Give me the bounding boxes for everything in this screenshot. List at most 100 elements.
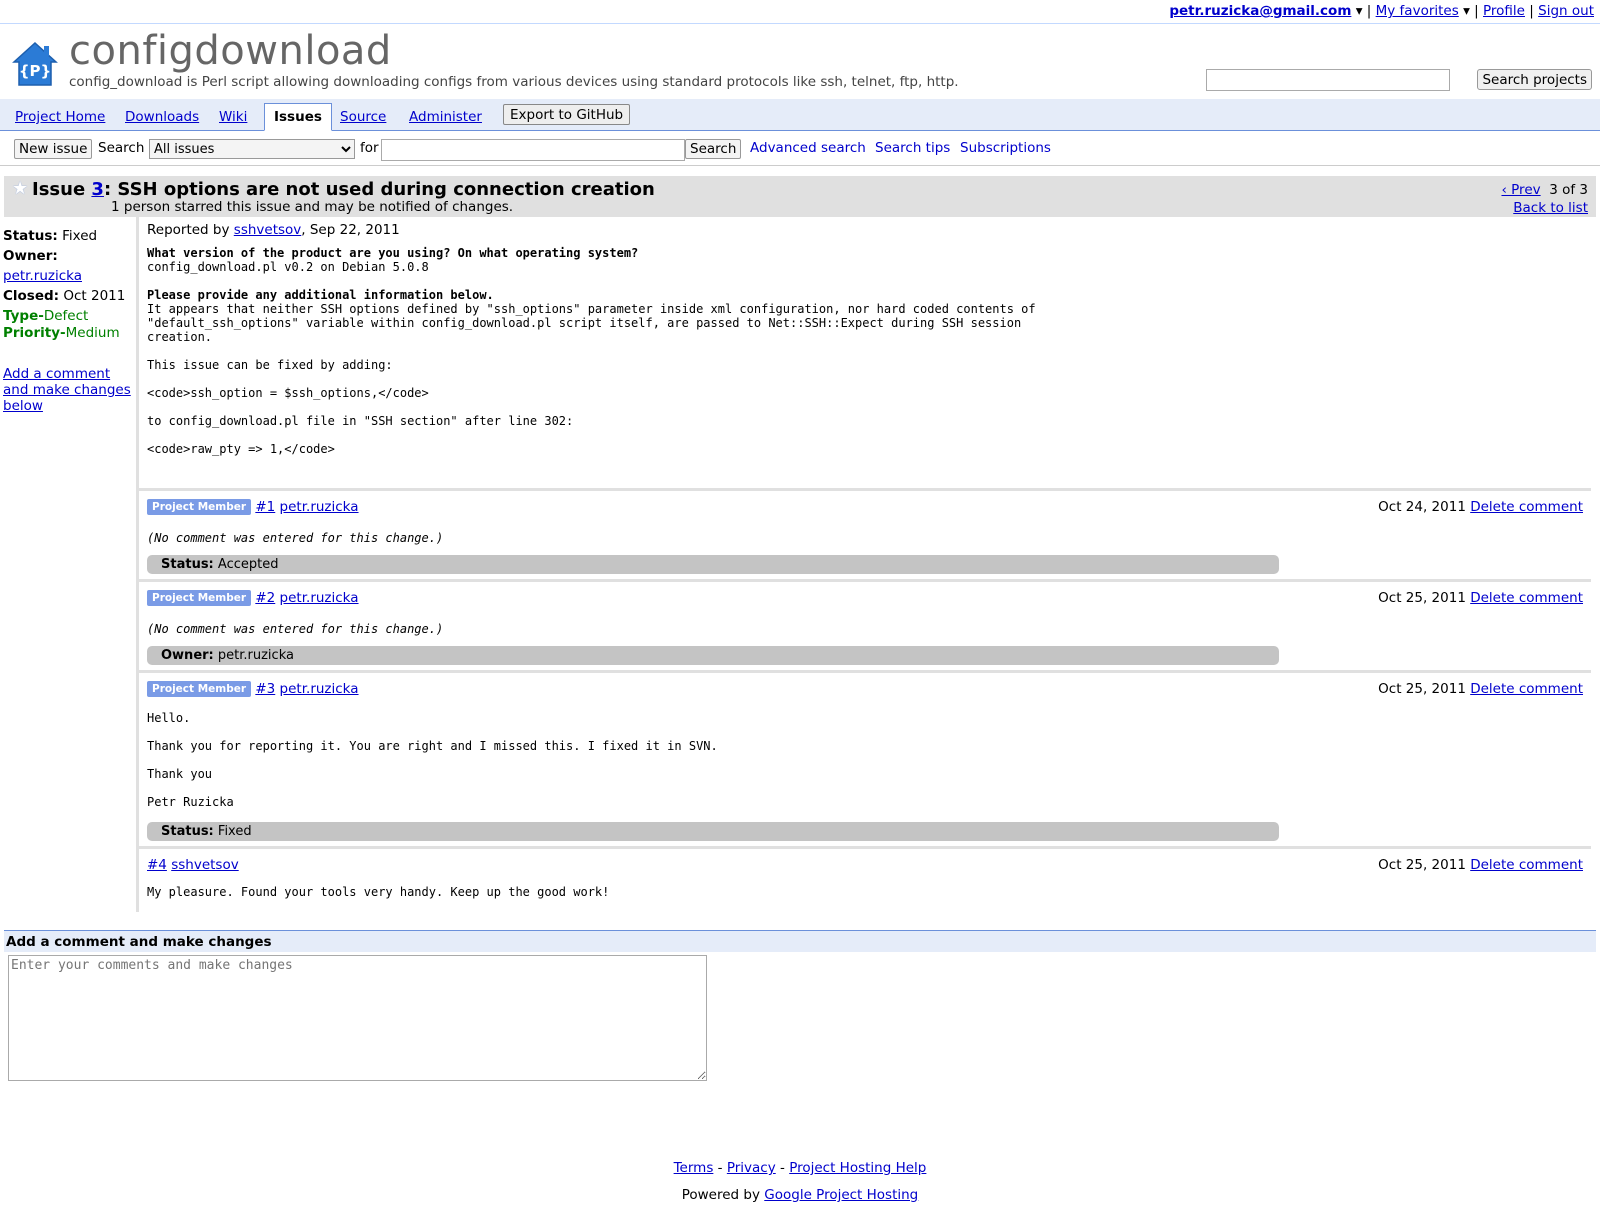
tab-source[interactable]: Source [340,109,386,125]
for-label: for [360,140,379,156]
privacy-link[interactable]: Privacy [727,1160,776,1176]
reporter-link[interactable]: sshvetsov [234,222,302,238]
logo-text: {P} [19,62,51,80]
delete-comment-link[interactable]: Delete comment [1470,590,1583,606]
type-label: Type- [3,308,44,324]
closed-label: Closed: [3,288,60,304]
project-summary: config_download is Perl script allowing … [69,74,959,90]
issue-title-text: : SSH options are not used during connec… [103,179,655,200]
type-value[interactable]: Defect [44,308,88,324]
comment-textarea[interactable] [8,955,707,1081]
comment-author-link[interactable]: petr.ruzicka [280,499,359,515]
footer: Terms - Privacy - Project Hosting Help P… [0,1155,1600,1209]
issue-header: ★ Issue 3: SSH options are not used duri… [4,176,1596,217]
owner-label: Owner: [3,248,58,264]
tab-issues[interactable]: Issues [264,103,332,131]
project-hosting-help-link[interactable]: Project Hosting Help [789,1160,926,1176]
comment-number-link[interactable]: #3 [255,681,275,697]
comment-date: Oct 25, 2011 [1378,681,1466,697]
comment-text: (No comment was entered for this change.… [147,531,444,545]
terms-link[interactable]: Terms [674,1160,714,1176]
project-name[interactable]: configdownload [69,28,392,74]
new-issue-button[interactable]: New issue [14,139,93,159]
favorites-dropdown-icon[interactable]: ▾ [1463,3,1470,19]
profile-link[interactable]: Profile [1483,3,1525,19]
question-2: Please provide any additional informatio… [147,288,494,302]
project-search-input[interactable] [1206,69,1450,91]
owner-link[interactable]: petr.ruzicka [3,268,82,284]
email-dropdown-icon[interactable]: ▾ [1356,3,1363,19]
add-comment-link[interactable]: Add a comment and make changes below [3,366,135,414]
reported-by: Reported by sshvetsov, Sep 22, 2011 [147,222,1587,238]
comment-date-block: Oct 25, 2011 Delete comment [1378,857,1583,873]
project-member-badge: Project Member [147,499,252,515]
comment-header: Project Member #2 petr.ruzicka [147,590,359,606]
comment-date: Oct 24, 2011 [1378,499,1466,515]
separator: | [1474,3,1479,19]
user-email-link[interactable]: petr.ruzicka@gmail.com [1169,3,1351,19]
search-scope-select[interactable]: All issues [149,139,355,159]
prev-issue-link[interactable]: ‹ Prev [1501,182,1540,198]
tab-downloads[interactable]: Downloads [125,109,199,125]
comment-date: Oct 25, 2011 [1378,857,1466,873]
comment-2: Project Member #2 petr.ruzicka Oct 25, 2… [139,579,1591,670]
footer-separator: - [775,1160,790,1176]
update-label: Status: [161,824,214,839]
user-bar: petr.ruzicka@gmail.com ▾ | My favorites … [1169,3,1594,19]
separator: | [1366,3,1372,19]
comment-body: (No comment was entered for this change.… [147,622,443,636]
closed-value: Oct 2011 [63,288,126,304]
comment-date-block: Oct 25, 2011 Delete comment [1378,590,1583,606]
answer-2: It appears that neither SSH options defi… [147,302,1036,456]
reported-prefix: Reported by [147,222,234,238]
footer-separator: - [713,1160,727,1176]
house-icon[interactable]: {P} [11,40,59,88]
issue-pager: ‹ Prev 3 of 3 Back to list [1501,181,1588,217]
comment-update: Status: Accepted [147,555,1279,574]
export-to-github-button[interactable]: Export to GitHub [503,104,631,125]
google-project-hosting-link[interactable]: Google Project Hosting [764,1187,918,1203]
comment-number-link[interactable]: #2 [255,590,275,606]
project-member-badge: Project Member [147,590,252,606]
tab-bar: Project Home Downloads Wiki Issues Sourc… [0,99,1600,131]
comment-author-link[interactable]: sshvetsov [171,857,239,873]
add-comment-heading: Add a comment and make changes [4,930,1596,952]
comment-update: Owner: petr.ruzicka [147,646,1279,665]
comment-author-link[interactable]: petr.ruzicka [280,681,359,697]
comment-update: Status: Fixed [147,822,1279,841]
issue-title: Issue 3: SSH options are not used during… [32,179,655,200]
issue-position: 3 of 3 [1549,182,1588,198]
comment-4: #4 sshvetsov Oct 25, 2011 Delete comment… [139,846,1591,913]
search-projects-button[interactable]: Search projects [1477,69,1592,90]
issue-number-link[interactable]: 3 [91,179,104,200]
issue-prefix: Issue [32,179,92,200]
delete-comment-link[interactable]: Delete comment [1470,499,1583,515]
delete-comment-link[interactable]: Delete comment [1470,857,1583,873]
back-to-list-link[interactable]: Back to list [1513,200,1588,216]
comment-header: Project Member #3 petr.ruzicka [147,681,359,697]
my-favorites-link[interactable]: My favorites [1376,3,1459,19]
comment-date-block: Oct 24, 2011 Delete comment [1378,499,1583,515]
comment-number-link[interactable]: #4 [147,857,167,873]
update-value: Accepted [217,557,279,572]
tab-wiki[interactable]: Wiki [219,109,247,125]
delete-comment-link[interactable]: Delete comment [1470,681,1583,697]
search-tips-link[interactable]: Search tips [875,140,950,156]
comment-number-link[interactable]: #1 [255,499,275,515]
comment-body: My pleasure. Found your tools very handy… [147,885,609,899]
issue-description: Reported by sshvetsov, Sep 22, 2011 What… [147,222,1587,456]
advanced-search-link[interactable]: Advanced search [750,140,866,156]
separator: | [1529,3,1534,19]
tab-project-home[interactable]: Project Home [15,109,105,125]
star-icon[interactable]: ★ [12,178,28,199]
comment-header: #4 sshvetsov [147,857,239,873]
tab-administer[interactable]: Administer [409,109,482,125]
subscriptions-link[interactable]: Subscriptions [960,140,1051,156]
status-value: Fixed [62,228,98,244]
sign-out-link[interactable]: Sign out [1538,3,1594,19]
priority-value[interactable]: Medium [66,325,120,341]
issue-search-button[interactable]: Search [685,139,742,159]
comment-3: Project Member #3 petr.ruzicka Oct 25, 2… [139,670,1591,846]
issue-search-input[interactable] [381,139,685,161]
comment-author-link[interactable]: petr.ruzicka [280,590,359,606]
